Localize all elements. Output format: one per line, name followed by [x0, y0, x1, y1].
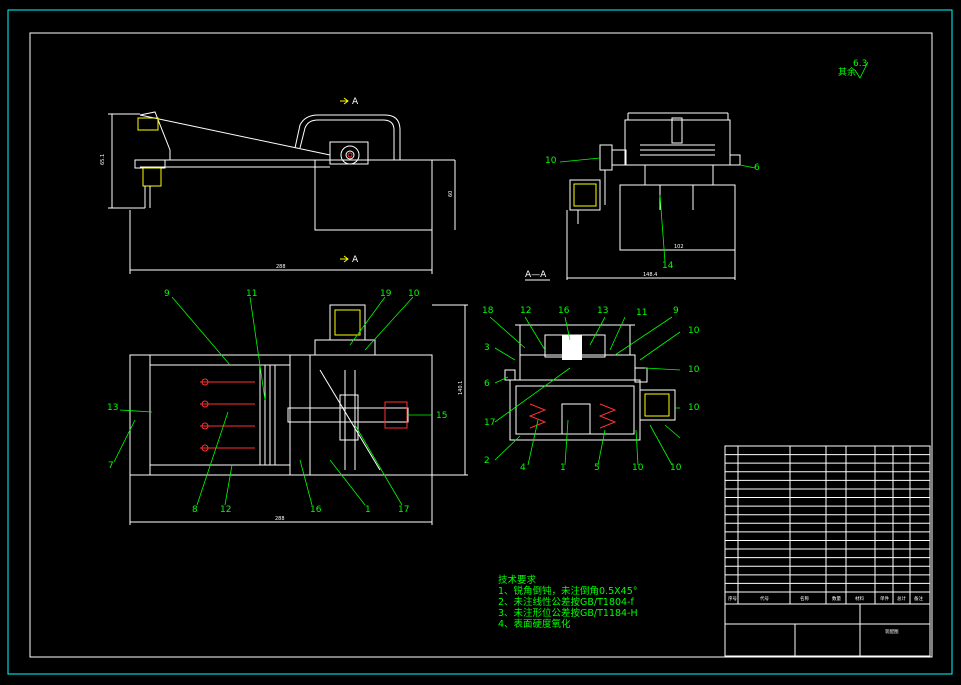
dim-front-width: 288	[276, 264, 286, 270]
top-label-19: 19	[380, 289, 392, 299]
bom-rows	[725, 446, 930, 604]
bom-header-name: 名称	[800, 595, 809, 602]
tech-notes-title: 技术要求	[498, 574, 537, 586]
sec-label-17: 17	[484, 418, 495, 428]
dim-top-width: 288	[275, 516, 285, 522]
top-label-1: 1	[365, 505, 371, 515]
top-view: 288 140.1 9 11 19 10 13 7 8 12 16 1 17 1…	[107, 289, 468, 525]
bom-header-material: 材料	[855, 595, 864, 602]
sec-label-12: 12	[520, 306, 531, 316]
bom-header-unit: 单件	[880, 595, 889, 602]
side-label-14: 14	[662, 261, 674, 271]
top-label-7: 7	[108, 461, 114, 471]
inner-border	[29, 32, 933, 658]
top-label-11: 11	[246, 289, 257, 299]
top-label-13: 13	[107, 403, 118, 413]
sec-label-13: 13	[597, 306, 608, 316]
sec-label-2: 2	[484, 456, 490, 466]
sec-label-1: 1	[560, 463, 566, 473]
sec-label-4: 4	[520, 463, 526, 473]
top-label-17: 17	[398, 505, 409, 515]
sec-label-18: 18	[482, 306, 494, 316]
dim-front-left-height: 65.1	[100, 154, 106, 165]
top-label-12: 12	[220, 505, 231, 515]
drawing-name: 装配图	[885, 628, 899, 635]
sec-label-10b: 10	[688, 365, 700, 375]
dim-front-right-height: 60	[448, 191, 454, 197]
sec-label-6: 6	[484, 379, 490, 389]
tech-note-2: 2、未注线性公差按GB/T1804-f	[498, 596, 635, 608]
dim-side-outer: 148.4	[643, 272, 657, 278]
title-block: 装配图 序号 代号 名称 数量 材料 单件 总计 备注	[724, 445, 931, 657]
tech-note-3: 3、未注形位公差按GB/T1184-H	[498, 607, 638, 619]
sec-label-10d: 10	[688, 403, 700, 413]
top-label-16: 16	[310, 505, 322, 515]
top-label-10: 10	[408, 289, 420, 299]
roughness-symbol: 其余 6.3	[838, 59, 869, 79]
front-view: A A 65.1 60 288	[100, 97, 456, 274]
dim-side-inner: 102	[674, 244, 684, 250]
section-title: A—A	[525, 270, 547, 280]
bom-header-total: 总计	[897, 595, 906, 602]
roughness-value: 6.3	[853, 59, 867, 69]
section-view: A—A 18 12 16 13 11 9 3 6 10 10 17 2 4 1 …	[482, 270, 700, 473]
sec-label-11: 11	[636, 308, 647, 318]
top-label-15: 15	[436, 411, 447, 421]
side-label-10: 10	[545, 156, 557, 166]
sec-label-3: 3	[484, 343, 490, 353]
tech-note-1: 1、锐角倒钝，未注倒角0.5X45°	[498, 585, 638, 597]
sec-label-16: 16	[558, 306, 570, 316]
sec-label-10c: 10	[632, 463, 644, 473]
top-springs	[200, 378, 255, 452]
tech-note-4: 4、表面硬度氧化	[498, 618, 571, 630]
dim-top-height: 140.1	[458, 381, 464, 395]
cad-drawing: 其余 6.3 A A 65.1 60 288 148.4 102 10 6 14…	[7, 9, 953, 675]
sec-label-9: 9	[673, 306, 679, 316]
bom-header-no: 序号	[728, 595, 737, 602]
bom-header-qty: 数量	[832, 595, 841, 602]
section-arrow-bottom: A	[352, 255, 359, 265]
side-view: 148.4 102 10 6 14	[545, 112, 760, 280]
sec-label-10a: 10	[688, 326, 700, 336]
top-label-8: 8	[192, 505, 198, 515]
bom-header-remark: 备注	[914, 595, 923, 602]
top-label-9: 9	[164, 289, 170, 299]
side-label-6: 6	[754, 163, 760, 173]
bom-header-code: 代号	[760, 595, 769, 602]
tech-notes: 技术要求 1、锐角倒钝，未注倒角0.5X45° 2、未注线性公差按GB/T180…	[498, 574, 638, 630]
section-arrow-top: A	[352, 97, 359, 107]
sec-label-5: 5	[594, 463, 600, 473]
sec-label-10e: 10	[670, 463, 682, 473]
